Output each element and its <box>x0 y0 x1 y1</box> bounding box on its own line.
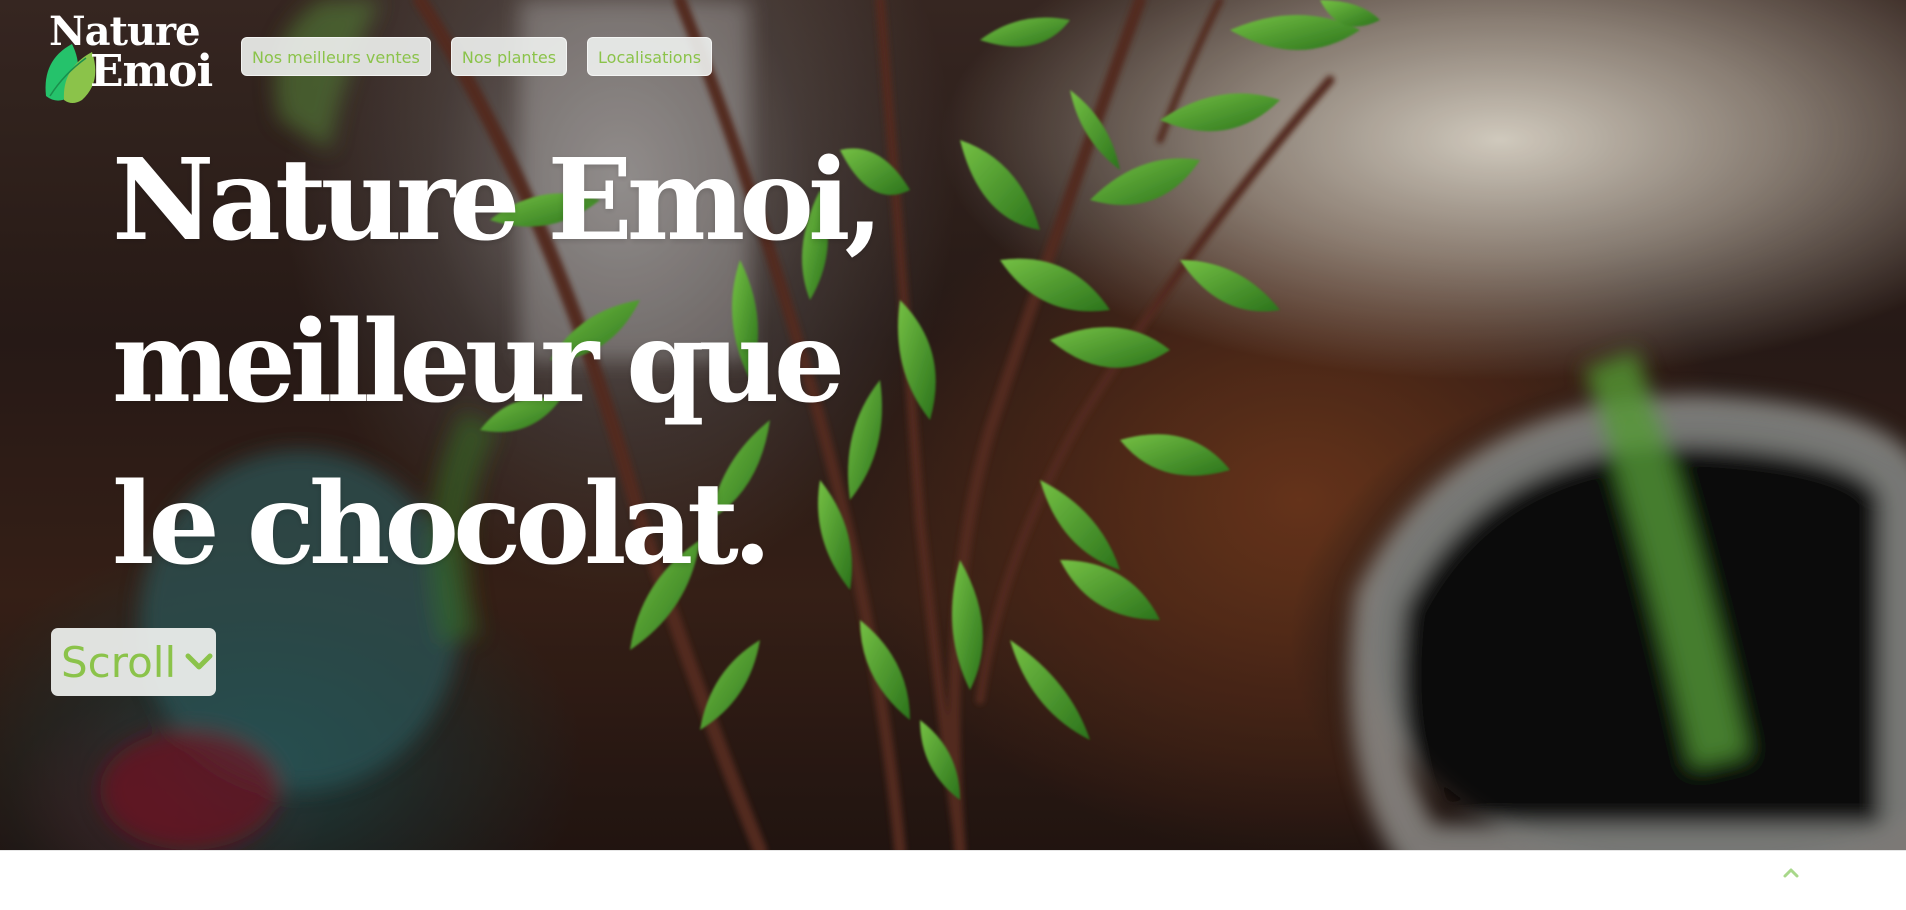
main-nav: Nos meilleurs ventes Nos plantes Localis… <box>241 37 713 76</box>
content-section <box>0 850 1906 910</box>
scroll-label: Scroll <box>61 637 177 687</box>
headline-line-1: Nature Emoi, <box>112 135 883 266</box>
chevron-down-icon <box>185 653 213 670</box>
landing-page: Nature Emoi Nos meilleurs ventes Nos pla… <box>0 0 1906 910</box>
headline-line-3: le chocolat. <box>112 459 772 590</box>
brand-name-line2: Emoi <box>90 46 213 97</box>
chevron-up-icon[interactable] <box>1780 862 1802 884</box>
hero-headline: Nature Emoi, meilleur que le chocolat. <box>112 120 1012 606</box>
nav-best-sellers-button[interactable]: Nos meilleurs ventes <box>241 37 431 76</box>
nav-plants-button[interactable]: Nos plantes <box>450 37 568 76</box>
scroll-button[interactable]: Scroll <box>51 628 216 696</box>
headline-line-2: meilleur que <box>112 297 845 428</box>
brand-logo[interactable]: Nature Emoi <box>42 12 222 103</box>
nav-locations-button[interactable]: Localisations <box>587 37 713 76</box>
